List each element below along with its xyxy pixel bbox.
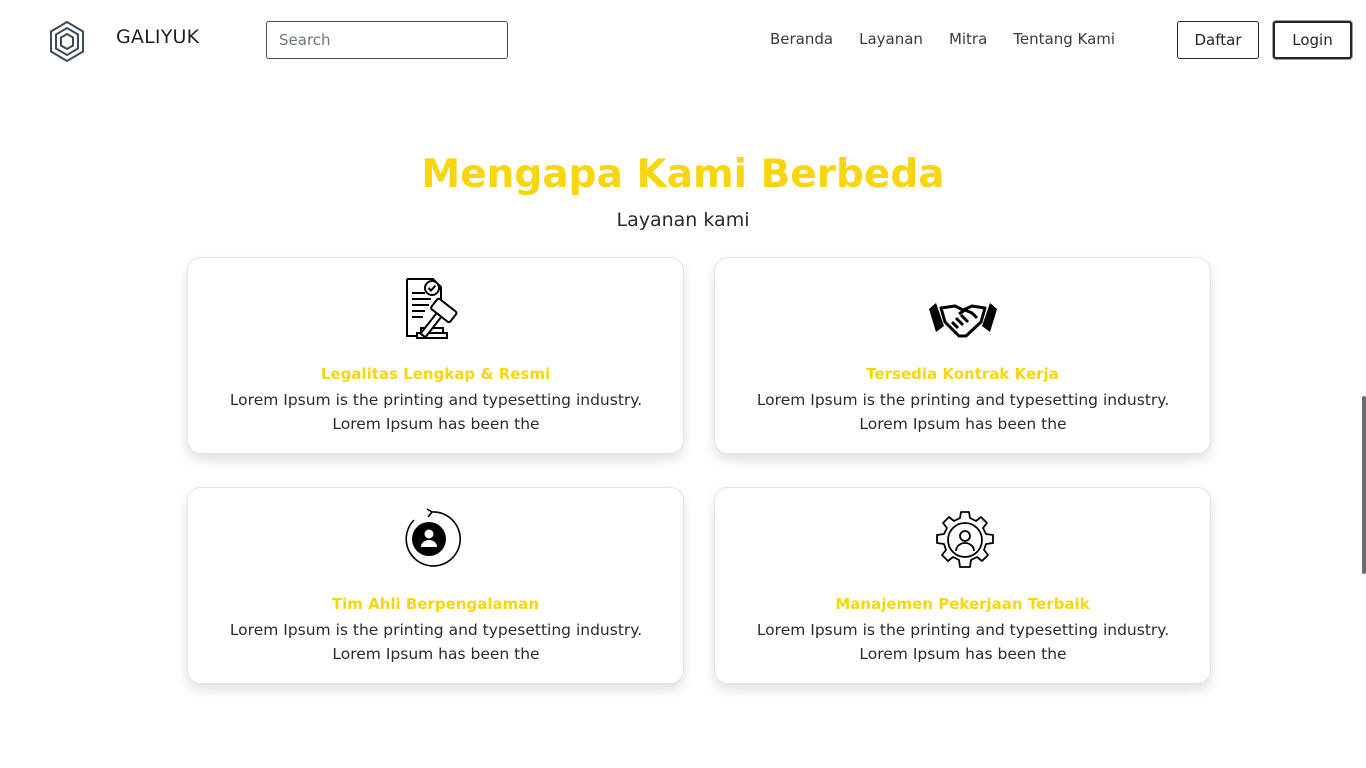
nav-link-tentang-kami[interactable]: Tentang Kami: [1013, 30, 1115, 48]
navbar: GALIYUK Beranda Layanan Mitra Tentang Ka…: [0, 0, 1366, 80]
feature-card: Tim Ahli Berpengalaman Lorem Ipsum is th…: [187, 487, 684, 684]
nav-link-beranda[interactable]: Beranda: [770, 30, 833, 48]
scrollbar-thumb[interactable]: [1362, 396, 1366, 574]
user-gear-icon: [928, 506, 998, 572]
user-refresh-icon: [401, 506, 471, 572]
feature-card: Tersedia Kontrak Kerja Lorem Ipsum is th…: [714, 257, 1211, 454]
register-button[interactable]: Daftar: [1177, 21, 1259, 59]
card-title: Manajemen Pekerjaan Terbaik: [835, 595, 1090, 613]
feature-card: Legalitas Lengkap & Resmi Lorem Ipsum is…: [187, 257, 684, 454]
handshake-icon: [928, 276, 998, 342]
card-description: Lorem Ipsum is the printing and typesett…: [229, 621, 643, 663]
brand-name[interactable]: GALIYUK: [116, 26, 199, 48]
legal-document-gavel-icon: [401, 276, 471, 342]
card-description: Lorem Ipsum is the printing and typesett…: [756, 621, 1170, 663]
login-button[interactable]: Login: [1273, 21, 1352, 59]
card-title: Tim Ahli Berpengalaman: [331, 595, 540, 613]
card-description: Lorem Ipsum is the printing and typesett…: [229, 391, 643, 433]
hexagon-logo-icon[interactable]: [49, 20, 85, 63]
section-title: Mengapa Kami Berbeda: [421, 152, 945, 197]
nav-link-mitra[interactable]: Mitra: [949, 30, 987, 48]
feature-card: Manajemen Pekerjaan Terbaik Lorem Ipsum …: [714, 487, 1211, 684]
card-title: Tersedia Kontrak Kerja: [866, 365, 1059, 383]
nav-menu: Beranda Layanan Mitra Tentang Kami: [770, 30, 1115, 48]
section-subtitle: Layanan kami: [616, 209, 750, 231]
card-description: Lorem Ipsum is the printing and typesett…: [756, 391, 1170, 433]
nav-link-layanan[interactable]: Layanan: [859, 30, 923, 48]
search-input[interactable]: [266, 21, 508, 59]
card-title: Legalitas Lengkap & Resmi: [320, 365, 551, 383]
